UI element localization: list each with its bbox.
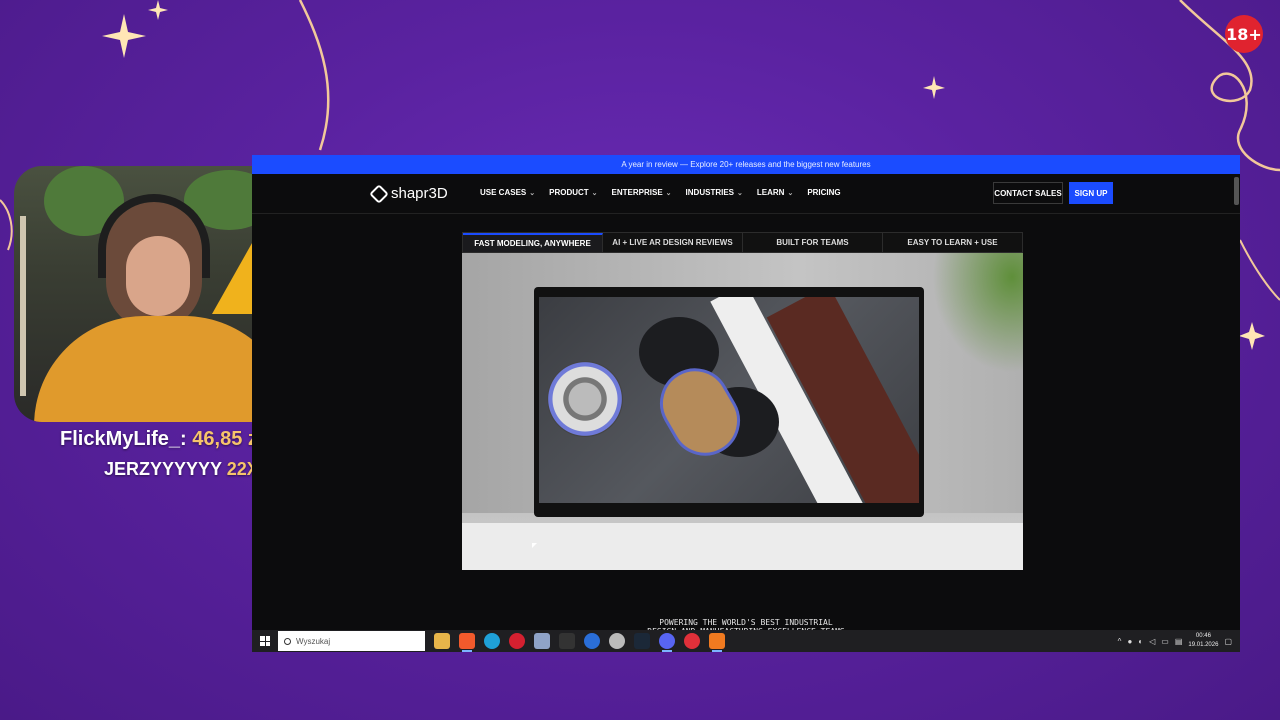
tab-easy-to-learn[interactable]: EASY TO LEARN + USE <box>883 233 1022 252</box>
system-tray: ^ ● ◐ ◁ ▭ ▤ 00:46 19.01.2026 ▢ <box>1118 632 1240 650</box>
file-explorer-icon[interactable] <box>434 633 450 649</box>
chevron-down-icon: ⌄ <box>787 190 794 197</box>
app-icon[interactable] <box>534 633 550 649</box>
scrollbar-thumb[interactable] <box>1234 177 1239 205</box>
knob-model <box>547 361 623 437</box>
tab-ai-ar-reviews[interactable]: AI + LIVE AR DESIGN REVIEWS <box>603 233 743 252</box>
age-rating-badge: 18+ <box>1225 15 1263 53</box>
shapr3d-logo[interactable]: shapr3D <box>369 183 448 204</box>
clock-date: 19.01.2026 <box>1188 642 1219 648</box>
nav-item-use-cases[interactable]: USE CASES ⌄ <box>480 188 535 197</box>
tab-fast-modeling[interactable]: FAST MODELING, ANYWHERE <box>463 233 603 252</box>
clock-time: 00:46 <box>1195 633 1211 639</box>
lamp <box>20 216 26 396</box>
taskbar-apps <box>434 633 725 652</box>
site-navbar: shapr3D USE CASES ⌄ PRODUCT ⌄ ENTERPRISE ⌄ … <box>252 174 1240 214</box>
notification-icon[interactable]: ▢ <box>1224 637 1232 646</box>
browser-capture: A year in review — Explore 20+ releases … <box>252 155 1240 652</box>
hero-video[interactable] <box>462 253 1023 570</box>
opera-icon[interactable] <box>509 633 525 649</box>
plant-leaves <box>932 253 1023 373</box>
combo-name: JERZYYYYYY <box>104 459 222 479</box>
search-placeholder: Wyszukaj <box>296 636 331 646</box>
monitor-icon[interactable]: ▭ <box>1161 637 1169 646</box>
discord-icon[interactable] <box>659 633 675 652</box>
microphone-icon[interactable]: ● <box>1127 637 1132 646</box>
start-button[interactable] <box>252 630 278 652</box>
tab-built-for-teams[interactable]: BUILT FOR TEAMS <box>743 233 883 252</box>
donor-name: FlickMyLife_: <box>60 428 187 450</box>
nav-item-pricing[interactable]: PRICING <box>807 188 840 197</box>
search-icon <box>284 637 291 645</box>
brave-browser-icon[interactable] <box>459 633 475 652</box>
epic-games-icon[interactable] <box>559 633 575 649</box>
clock[interactable]: 00:46 19.01.2026 <box>1188 632 1218 650</box>
logo-mark-icon <box>369 183 389 204</box>
feature-tabs: FAST MODELING, ANYWHERE AI + LIVE AR DES… <box>462 232 1023 253</box>
announcement-text[interactable]: A year in review — Explore 20+ releases … <box>621 160 870 169</box>
nav-item-industries[interactable]: INDUSTRIES ⌄ <box>686 188 743 197</box>
nav-links: USE CASES ⌄ PRODUCT ⌄ ENTERPRISE ⌄ INDUSTRI… <box>480 188 841 197</box>
steam-icon[interactable] <box>634 633 650 649</box>
app-icon[interactable] <box>584 633 600 649</box>
app-icon[interactable] <box>709 633 725 652</box>
monitor <box>534 287 924 517</box>
windows-icon <box>260 636 270 646</box>
app-icon[interactable] <box>684 633 700 649</box>
desk <box>462 523 1023 570</box>
logo-text: shapr3D <box>391 185 448 202</box>
taskbar-search[interactable]: Wyszukaj <box>278 631 425 651</box>
app-icon[interactable] <box>609 633 625 649</box>
chevron-down-icon: ⌄ <box>591 190 598 197</box>
windows-taskbar: Wyszukaj ^ ● ◐ ◁ ▭ ▤ 00:46 19.01.2026 ▢ <box>252 630 1240 652</box>
chevron-down-icon: ⌄ <box>737 190 743 197</box>
chevron-up-icon[interactable]: ^ <box>1118 637 1122 646</box>
donation-alert: FlickMyLife_: 46,85 zł <box>60 428 263 451</box>
nav-item-learn[interactable]: LEARN ⌄ <box>757 188 793 197</box>
announcement-bar[interactable]: A year in review — Explore 20+ releases … <box>252 155 1240 174</box>
nav-item-product[interactable]: PRODUCT ⌄ <box>549 188 597 197</box>
volume-icon[interactable]: ◁ <box>1149 637 1155 646</box>
chevron-down-icon: ⌄ <box>529 190 536 197</box>
chevron-down-icon: ⌄ <box>665 190 672 197</box>
mouse-cursor-icon <box>532 543 537 548</box>
sign-up-button[interactable]: SIGN UP <box>1069 182 1113 204</box>
edge-icon[interactable] <box>484 633 500 649</box>
contact-sales-button[interactable]: CONTACT SALES <box>993 182 1063 204</box>
nav-item-enterprise[interactable]: ENTERPRISE ⌄ <box>612 188 672 197</box>
network-icon[interactable]: ◐ <box>1138 637 1143 646</box>
cad-viewport <box>539 297 919 503</box>
language-icon[interactable]: ▤ <box>1175 637 1183 646</box>
